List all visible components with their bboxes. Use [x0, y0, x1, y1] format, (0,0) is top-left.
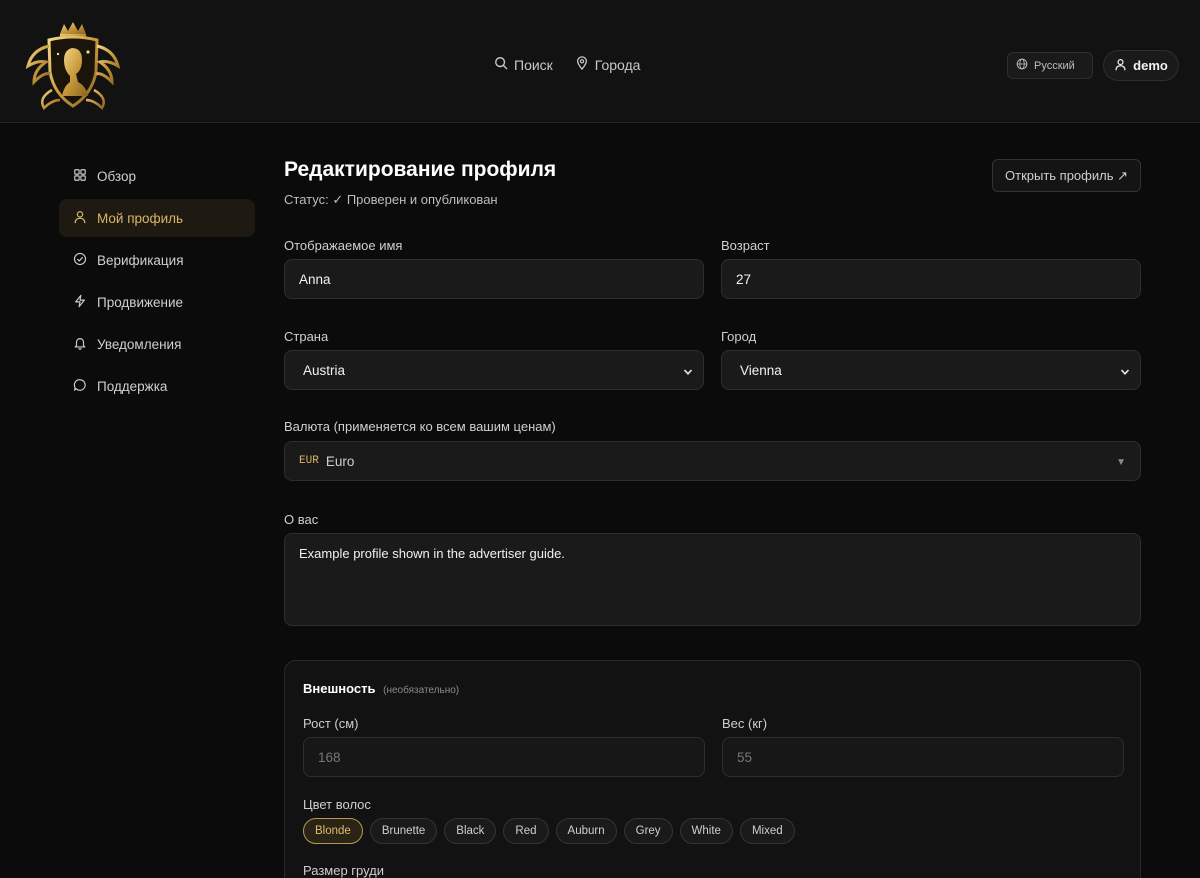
- dashboard-sidebar: Обзор Мой профиль Верификация Продвижени…: [59, 157, 255, 409]
- chevron-down-icon: [1120, 365, 1130, 375]
- search-icon: [494, 56, 508, 73]
- map-pin-icon: [575, 56, 589, 73]
- nav-search-label: Поиск: [514, 56, 553, 73]
- sidebar-item-label: Мой профиль: [97, 210, 184, 226]
- bell-icon: [73, 336, 87, 353]
- hair-chip-auburn[interactable]: Auburn: [555, 818, 617, 844]
- hair-chip-red[interactable]: Red: [503, 818, 549, 844]
- height-field[interactable]: 168: [303, 737, 705, 777]
- nav-cities-label: Города: [594, 56, 641, 73]
- currency-label: Валюта (применяется ко всем вашим ценам): [284, 419, 556, 434]
- profile-status: Статус: ✓ Проверен и опубликован: [284, 192, 498, 207]
- country-label: Страна: [284, 329, 329, 344]
- hair-chip-brunette[interactable]: Brunette: [369, 818, 438, 844]
- chevron-down-icon: [683, 365, 693, 375]
- appearance-heading: Внешность: [303, 681, 376, 696]
- hair-chip-white[interactable]: White: [679, 818, 733, 844]
- sidebar-item-label: Верификация: [97, 252, 184, 268]
- globe-icon: [1016, 58, 1028, 73]
- hair-chip-grey[interactable]: Grey: [623, 818, 673, 844]
- nav-search-link[interactable]: Поиск: [494, 56, 553, 73]
- appearance-section: Внешность (необязательно) Рост (см) 168 …: [284, 660, 1141, 878]
- grid-icon: [73, 168, 87, 185]
- hair-color-options: Blonde Brunette Black Red Auburn Grey Wh…: [303, 818, 795, 844]
- hair-chip-mixed[interactable]: Mixed: [739, 818, 795, 844]
- chat-icon: [73, 378, 87, 395]
- sidebar-item-my-profile[interactable]: Мой профиль: [59, 199, 255, 237]
- height-label: Рост (см): [303, 716, 359, 731]
- city-value: Vienna: [740, 362, 782, 378]
- caret-down-icon: ▼: [1116, 457, 1126, 468]
- language-label: Русский: [1034, 59, 1075, 72]
- open-profile-button[interactable]: Открыть профиль ↗: [992, 159, 1141, 192]
- bolt-icon: [73, 294, 87, 311]
- country-select[interactable]: Austria: [284, 350, 704, 390]
- nav-cities-link[interactable]: Города: [575, 56, 641, 73]
- brand-logo[interactable]: [24, 20, 122, 112]
- sidebar-item-label: Обзор: [97, 168, 136, 184]
- appearance-title: Внешность (необязательно): [303, 681, 459, 696]
- about-label: О вас: [284, 512, 319, 527]
- check-circle-icon: [73, 252, 87, 269]
- user-icon: [1114, 58, 1127, 74]
- currency-code: EUR: [299, 455, 319, 467]
- sidebar-item-support[interactable]: Поддержка: [59, 367, 255, 405]
- country-value: Austria: [303, 362, 346, 378]
- age-field[interactable]: 27: [721, 259, 1141, 299]
- profile-editor: Редактирование профиля Статус: ✓ Провере…: [284, 158, 1141, 878]
- hair-chip-blonde[interactable]: Blonde: [303, 818, 363, 844]
- city-select[interactable]: Vienna: [721, 350, 1141, 390]
- bust-size-label: Размер груди: [303, 863, 385, 878]
- sidebar-item-promotion[interactable]: Продвижение: [59, 283, 255, 321]
- sidebar-item-verification[interactable]: Верификация: [59, 241, 255, 279]
- weight-label: Вес (кг): [722, 716, 768, 731]
- currency-value: Euro: [325, 453, 355, 469]
- sidebar-item-label: Поддержка: [97, 378, 168, 394]
- currency-select[interactable]: EUR Euro ▼: [284, 441, 1141, 481]
- city-label: Город: [721, 329, 757, 344]
- user-icon: [73, 210, 87, 227]
- display-name-label: Отображаемое имя: [284, 238, 403, 253]
- sidebar-item-label: Уведомления: [97, 336, 182, 352]
- display-name-field[interactable]: Anna: [284, 259, 704, 299]
- language-switcher[interactable]: Русский: [1007, 52, 1093, 79]
- top-header: Поиск Города Русский demo: [0, 0, 1200, 123]
- weight-field[interactable]: 55: [722, 737, 1124, 777]
- optional-hint: (необязательно): [383, 685, 460, 696]
- hair-chip-black[interactable]: Black: [444, 818, 497, 844]
- sidebar-item-notifications[interactable]: Уведомления: [59, 325, 255, 363]
- sidebar-item-overview[interactable]: Обзор: [59, 157, 255, 195]
- sidebar-item-label: Продвижение: [97, 294, 184, 310]
- user-menu-button[interactable]: demo: [1103, 50, 1179, 81]
- hair-color-label: Цвет волос: [303, 797, 371, 812]
- main-nav: Поиск Города: [494, 56, 640, 73]
- about-textarea[interactable]: Example profile shown in the advertiser …: [284, 533, 1141, 626]
- age-label: Возраст: [721, 238, 770, 253]
- username-label: demo: [1133, 58, 1168, 73]
